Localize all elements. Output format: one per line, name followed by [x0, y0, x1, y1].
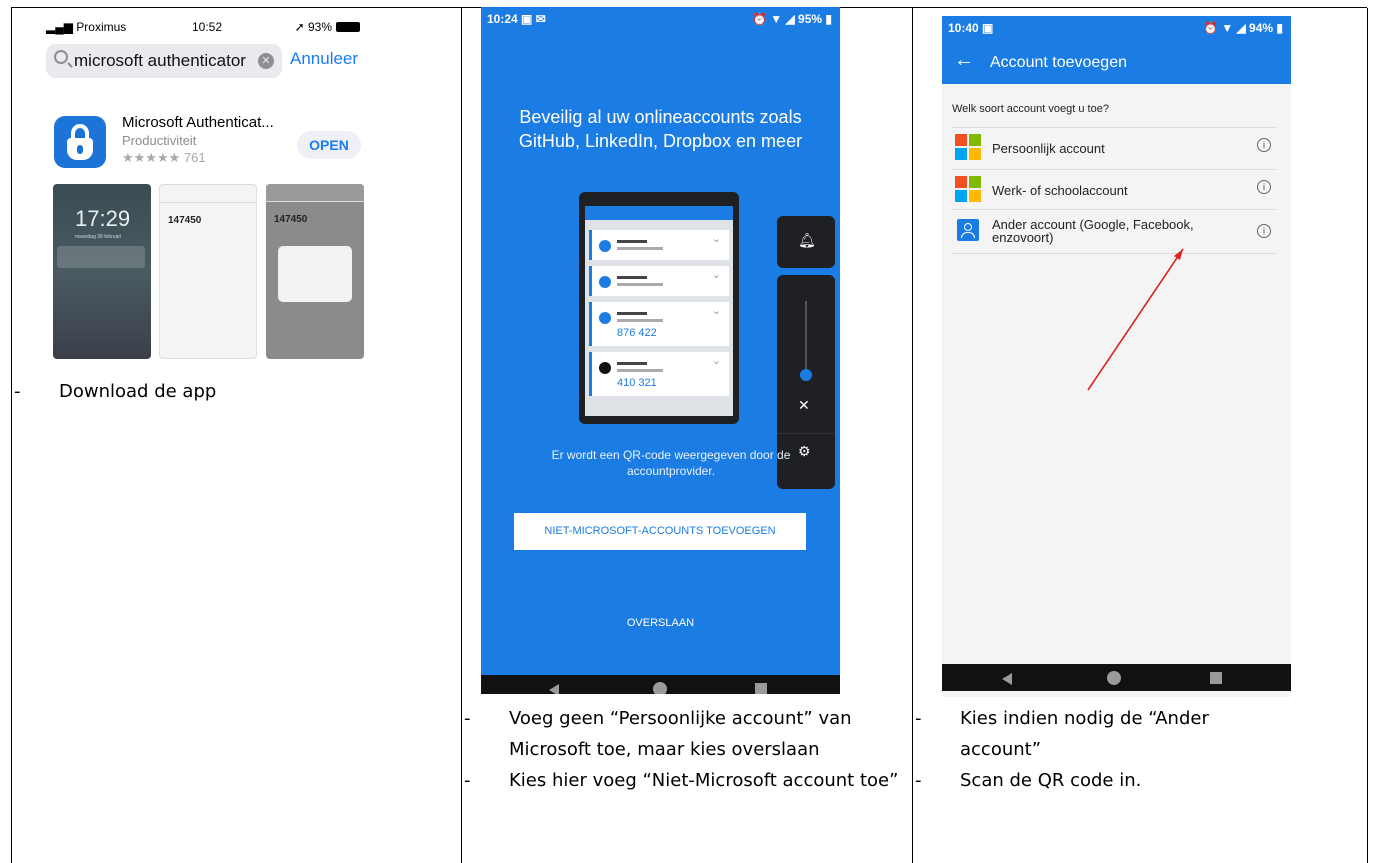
lockscreen-time: 17:29 [75, 206, 131, 231]
account-card: ⌄ [589, 230, 729, 260]
chevron-down-icon: ⌄ [711, 233, 721, 245]
person-icon [599, 240, 611, 252]
annotation-arrow [1087, 248, 1184, 391]
bullet-item: Scan de QR code in. [913, 765, 1273, 796]
step-1-bullets: Download de app [12, 376, 452, 407]
recents-nav-icon[interactable] [755, 683, 767, 694]
account-card: ⌄ 410 321 [589, 352, 729, 396]
app-name[interactable]: Microsoft Authenticat... [122, 114, 274, 131]
search-bar[interactable]: microsoft authenticator ✕ [46, 44, 282, 78]
document-page: ▂▄▆ Proximus 10:52 ➚ 93% microsoft authe… [0, 0, 1375, 863]
skip-button[interactable]: OVERSLAAN [481, 617, 840, 629]
back-nav-icon[interactable] [549, 684, 559, 694]
otp-code: 876 422 [617, 327, 657, 339]
add-non-microsoft-button[interactable]: NIET-MICROSOFT-ACCOUNTS TOEVOEGEN [514, 513, 806, 550]
phone-illustration: ⌄ ⌄ ⌄ 876 422 ⌄ 410 321 [579, 192, 739, 424]
search-input[interactable]: microsoft authenticator [74, 51, 246, 71]
status-icons: ⏰ ▼ ◢ 95% ▮ [751, 12, 832, 26]
home-nav-icon[interactable] [653, 682, 667, 694]
thumb-code: 147450 [168, 215, 202, 226]
linkedin-icon [599, 276, 611, 288]
dropbox-icon [599, 312, 611, 324]
screenshot-thumbnail[interactable]: 147450 [159, 184, 257, 359]
bullet-item: Voeg geen “Persoonlijke account” van Mic… [462, 703, 902, 765]
onboarding-screenshot: 10:24 ▣ ✉ ⏰ ▼ ◢ 95% ▮ Beveilig al uw onl… [481, 7, 840, 694]
bullet-item: Download de app [12, 376, 452, 407]
step-3-cell: 10:40 ▣ ⏰ ▼ ◢ 94% ▮ ← Account toevoegen … [913, 8, 1368, 863]
chevron-down-icon: ⌄ [711, 269, 721, 281]
chevron-down-icon: ⌄ [711, 355, 721, 367]
status-time: 10:52 [192, 20, 223, 34]
cancel-button[interactable]: Annuleer [290, 49, 358, 69]
github-icon [599, 362, 611, 374]
status-time: 10:24 ▣ ✉ [487, 12, 546, 26]
onboarding-subtitle: Er wordt een QR-code weergegeven door de… [551, 448, 791, 478]
thumb-header [160, 185, 256, 203]
android-status-bar: 10:24 ▣ ✉ ⏰ ▼ ◢ 95% ▮ [481, 7, 840, 31]
lock-icon[interactable] [54, 116, 106, 168]
account-card: ⌄ 876 422 [589, 302, 729, 346]
carrier-label: ▂▄▆ Proximus [46, 20, 127, 34]
home-nav-icon[interactable] [1107, 671, 1121, 685]
volume-slider[interactable] [800, 369, 812, 381]
back-nav-icon[interactable] [1002, 673, 1012, 685]
bullet-item: Kies hier voeg “Niet-Microsoft account t… [462, 765, 902, 796]
open-button[interactable]: OPEN [297, 131, 361, 159]
bullet-item: Kies indien nodig de “Ander account” [913, 703, 1273, 765]
app-rating: ★★★★★ 761 [122, 150, 206, 165]
instructions-table: ▂▄▆ Proximus 10:52 ➚ 93% microsoft authe… [11, 7, 1368, 863]
onboarding-headline: Beveilig al uw onlineaccounts zoals GitH… [518, 107, 803, 151]
lockscreen-date: maandag 28 februari [75, 234, 122, 240]
battery-icon [336, 22, 360, 32]
android-nav-bar [942, 664, 1291, 691]
step-1-cell: ▂▄▆ Proximus 10:52 ➚ 93% microsoft authe… [12, 8, 461, 863]
add-account-screenshot: 10:40 ▣ ⏰ ▼ ◢ 94% ▮ ← Account toevoegen … [942, 16, 1291, 697]
volume-notification-panel: 🔔︎ [777, 216, 835, 268]
app-store-screenshot: ▂▄▆ Proximus 10:52 ➚ 93% microsoft authe… [42, 16, 364, 363]
screenshot-thumbnail[interactable]: 17:29 maandag 28 februari [53, 184, 151, 359]
step-2-bullets: Voeg geen “Persoonlijke account” van Mic… [462, 703, 902, 796]
ios-status-bar: ▂▄▆ Proximus 10:52 ➚ 93% [42, 16, 362, 38]
bell-icon[interactable]: 🔔︎ [798, 232, 816, 249]
otp-code: 410 321 [617, 377, 657, 389]
vibrate-off-icon[interactable]: ✕ [798, 397, 810, 414]
app-category: Productiviteit [122, 133, 197, 148]
account-card: ⌄ [589, 266, 729, 296]
search-icon [54, 50, 68, 64]
thumb-header [266, 184, 364, 202]
android-nav-bar [481, 675, 840, 694]
recents-nav-icon[interactable] [1210, 672, 1222, 684]
step-3-bullets: Kies indien nodig de “Ander account” Sca… [913, 703, 1273, 796]
chevron-down-icon: ⌄ [711, 305, 721, 317]
thumb-code: 147450 [274, 214, 308, 225]
clear-icon[interactable]: ✕ [258, 53, 274, 69]
battery-percent: ➚ 93% [294, 20, 332, 34]
notification [57, 246, 145, 268]
step-2-cell: 10:24 ▣ ✉ ⏰ ▼ ◢ 95% ▮ Beveilig al uw onl… [462, 7, 912, 863]
screenshot-thumbnail[interactable]: 147450 [266, 184, 364, 359]
thumb-dialog [278, 246, 352, 302]
